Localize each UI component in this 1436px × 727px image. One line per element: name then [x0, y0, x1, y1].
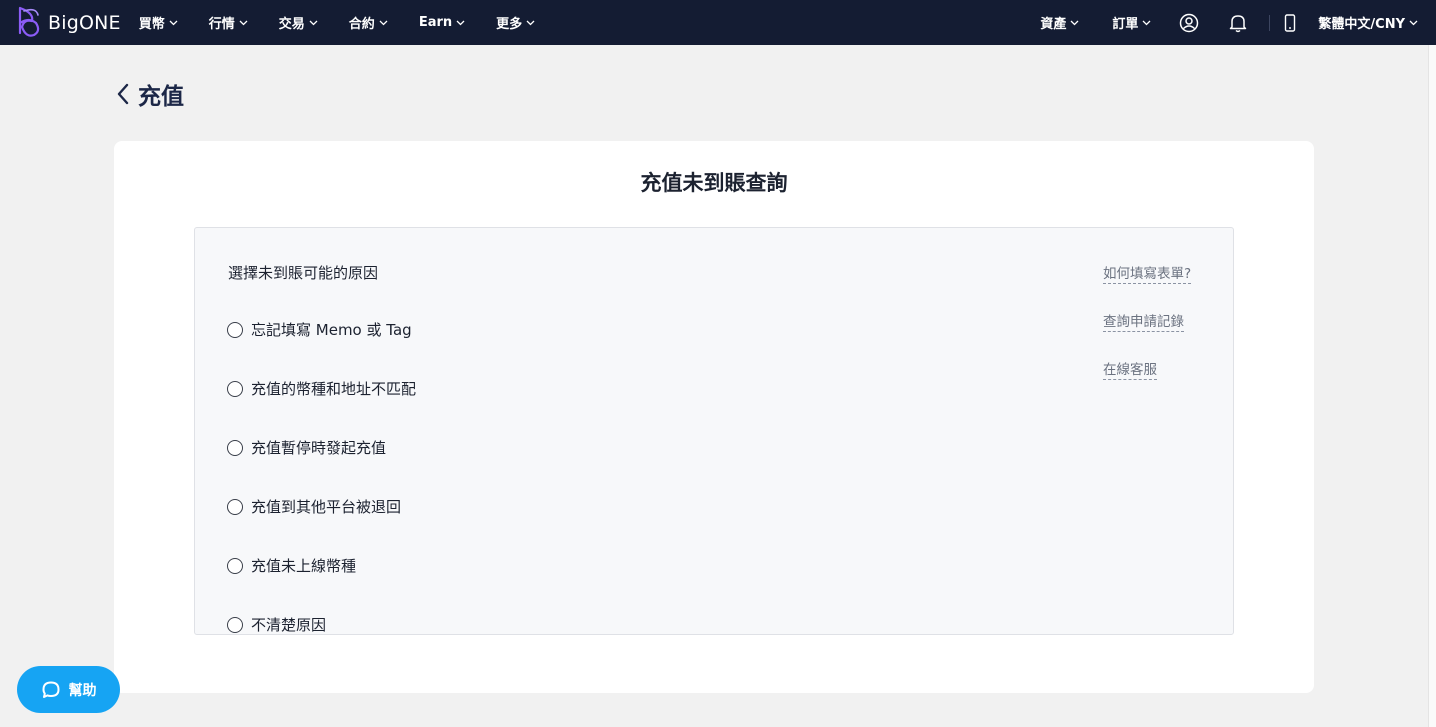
nav-label: Earn — [418, 15, 453, 30]
help-links: 如何填寫表單? 查詢申請記錄 在線客服 — [1103, 262, 1192, 380]
nav-label: 合約 — [348, 17, 375, 32]
logo[interactable]: BigONE — [14, 0, 121, 45]
deposit-inquiry-card: 充值未到賬查詢 選擇未到賬可能的原因 忘記填寫 Memo 或 Tag 充值的幣種… — [114, 141, 1314, 693]
divider — [1269, 14, 1271, 31]
back-link[interactable]: 充值 — [116, 78, 184, 110]
nav-label: 買幣 — [138, 17, 165, 32]
nav-trade[interactable]: 交易 — [279, 0, 318, 45]
option-label: 不清楚原因 — [251, 616, 327, 634]
nav-buy-crypto[interactable]: 買幣 — [139, 0, 178, 45]
language-selector[interactable]: 繁體中文/CNY — [1318, 0, 1418, 45]
reason-option[interactable]: 充值到其他平台被退回 — [227, 483, 416, 530]
nav-label: 行情 — [208, 17, 235, 32]
option-label: 充值暫停時發起充值 — [251, 439, 387, 457]
help-button[interactable]: 幫助 — [17, 666, 120, 713]
notifications-button[interactable] — [1229, 13, 1247, 33]
question-label: 選擇未到賬可能的原因 — [228, 264, 379, 282]
option-label: 充值到其他平台被退回 — [251, 498, 402, 516]
nav-earn[interactable]: Earn — [419, 0, 465, 45]
reason-option[interactable]: 充值暫停時發起充值 — [227, 424, 416, 471]
chevron-down-icon — [456, 20, 465, 25]
radio-button[interactable] — [227, 380, 243, 397]
nav-orders[interactable]: 訂單 — [1112, 0, 1151, 45]
chevron-down-icon — [379, 20, 388, 25]
chevron-down-icon — [239, 20, 248, 25]
radio-button[interactable] — [227, 616, 243, 633]
chevron-down-icon — [1409, 20, 1418, 25]
chevron-left-icon — [117, 83, 129, 105]
how-to-fill-form-link[interactable]: 如何填寫表單? — [1103, 262, 1192, 284]
option-label: 忘記填寫 Memo 或 Tag — [251, 321, 412, 339]
reason-options: 忘記填寫 Memo 或 Tag 充值的幣種和地址不匹配 充值暫停時發起充值 充值… — [227, 306, 416, 660]
page-title: 充值 — [138, 84, 184, 110]
bigone-logo-icon — [18, 6, 40, 37]
option-label: 充值未上線幣種 — [251, 557, 357, 575]
nav-assets[interactable]: 資產 — [1040, 0, 1079, 45]
reason-form: 選擇未到賬可能的原因 忘記填寫 Memo 或 Tag 充值的幣種和地址不匹配 充… — [194, 227, 1234, 635]
reason-option[interactable]: 充值未上線幣種 — [227, 542, 416, 589]
logo-text: BigONE — [48, 11, 121, 34]
chevron-down-icon — [526, 20, 535, 25]
user-nav: 資產 訂單 繁體中文/CNY — [1040, 0, 1436, 45]
user-circle-icon — [1180, 13, 1199, 32]
option-label: 充值的幣種和地址不匹配 — [251, 380, 417, 398]
language-label: 繁體中文/CNY — [1318, 17, 1405, 32]
nav-label: 更多 — [496, 17, 523, 32]
nav-markets[interactable]: 行情 — [209, 0, 248, 45]
reason-option[interactable]: 忘記填寫 Memo 或 Tag — [227, 306, 416, 353]
nav-contracts[interactable]: 合約 — [349, 0, 388, 45]
bell-icon — [1230, 14, 1247, 32]
user-account-button[interactable] — [1179, 13, 1199, 33]
application-records-link[interactable]: 查詢申請記錄 — [1103, 310, 1184, 332]
chevron-down-icon — [1142, 20, 1151, 25]
nav-label: 交易 — [278, 17, 305, 32]
radio-button[interactable] — [227, 321, 243, 338]
card-title: 充值未到賬查詢 — [640, 171, 788, 195]
mobile-phone-icon — [1285, 13, 1296, 32]
nav-label: 訂單 — [1112, 17, 1139, 32]
help-label: 幫助 — [68, 682, 97, 699]
online-support-link[interactable]: 在線客服 — [1103, 358, 1157, 380]
reason-option[interactable]: 不清楚原因 — [227, 601, 416, 648]
radio-button[interactable] — [227, 498, 243, 515]
nav-more[interactable]: 更多 — [496, 0, 535, 45]
chevron-down-icon — [309, 20, 318, 25]
chevron-down-icon — [1070, 20, 1079, 25]
nav-label: 資產 — [1040, 17, 1067, 32]
main-nav: 買幣 行情 交易 合約 Earn 更多 — [139, 0, 566, 45]
radio-button[interactable] — [227, 439, 243, 456]
chat-bubble-icon — [42, 681, 59, 698]
chevron-down-icon — [169, 20, 178, 25]
reason-option[interactable]: 充值的幣種和地址不匹配 — [227, 365, 416, 412]
top-nav-bar: BigONE 買幣 行情 交易 合約 Earn 更多 資產 訂單 繁體中文/CN… — [0, 0, 1436, 45]
mobile-app-button[interactable] — [1284, 13, 1296, 32]
scrollbar-track[interactable] — [1428, 45, 1436, 727]
radio-button[interactable] — [227, 557, 243, 574]
